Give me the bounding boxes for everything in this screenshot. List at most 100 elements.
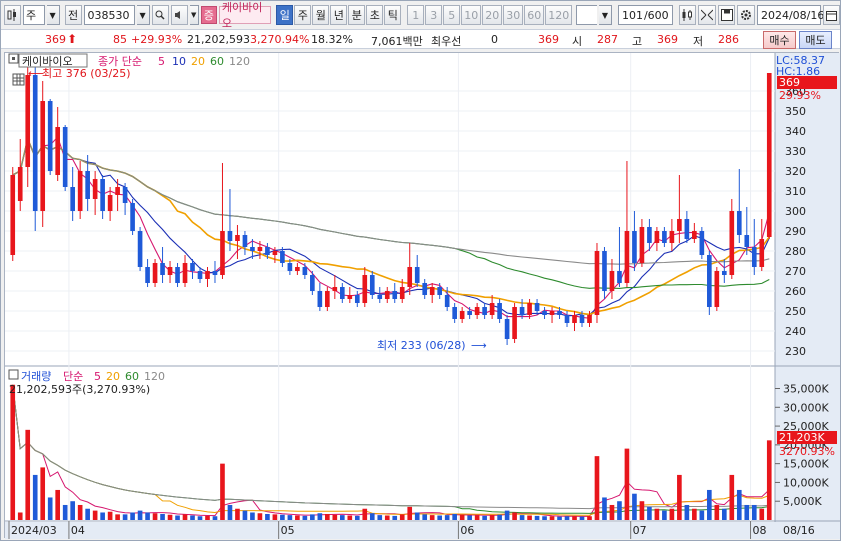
volume-bar — [242, 510, 248, 520]
last-volume-pct: 3270.93% — [779, 445, 835, 458]
period-tab-2[interactable]: 월 — [312, 5, 330, 25]
price-ytick: 290 — [785, 225, 806, 238]
price-ytick: 270 — [785, 265, 806, 278]
chart-area[interactable]: 360 350 340 330 320 310 300 290 280 270 260 250 240 2… — [4, 52, 840, 539]
search-icon[interactable] — [151, 5, 169, 25]
candle-body — [339, 287, 345, 299]
buy-button[interactable]: 매수 — [763, 31, 796, 49]
volume-bar — [564, 516, 570, 520]
volume-ma120-line — [12, 384, 770, 510]
xaxis-label: 05 — [281, 524, 295, 537]
candle-body — [587, 315, 592, 323]
interval-tab-60[interactable]: 60 — [524, 5, 545, 25]
volume-bar — [572, 516, 577, 520]
speaker-icon[interactable] — [170, 5, 188, 25]
interval-tab-30[interactable]: 30 — [503, 5, 524, 25]
last-price-value: 369 — [779, 76, 800, 89]
volume-bar — [197, 516, 203, 520]
volume-bar — [272, 514, 278, 520]
volume-bar — [721, 508, 727, 520]
volume-bar — [504, 510, 510, 520]
chart-type-icon[interactable] — [4, 5, 21, 25]
period-tab-1[interactable]: 주 — [294, 5, 312, 25]
candle-body — [444, 295, 450, 307]
volume-value: 21,202,593 — [187, 33, 250, 46]
volume-bar — [594, 456, 600, 520]
interval-dropdown[interactable]: ▼ — [599, 5, 612, 25]
market-type-field[interactable]: 주 — [23, 5, 45, 25]
volume-bar — [489, 515, 495, 520]
volume-bar — [766, 440, 772, 520]
volume-bar — [295, 515, 300, 520]
chart-window: 주 ▼ 전 038530 ▼ ▼ 증 케이바이오 일주월년분초틱 1 3 5 10 20… — [0, 0, 841, 541]
prefix-label: 전 — [67, 9, 79, 22]
sound-dropdown[interactable]: ▼ — [189, 5, 199, 25]
candle-body — [527, 303, 532, 315]
candle-body — [287, 263, 293, 271]
period-tab-3[interactable]: 년 — [330, 5, 348, 25]
volume-bar — [287, 515, 293, 520]
candle-body — [714, 271, 720, 307]
volume-bar — [354, 515, 360, 520]
crosshair-icon[interactable] — [698, 5, 716, 25]
stock-badge: 증 — [200, 6, 217, 24]
volume-bar — [459, 514, 465, 520]
market-type-dropdown[interactable]: ▼ — [46, 5, 60, 25]
candle-body — [474, 307, 480, 315]
candle-body — [534, 303, 540, 311]
candle-body — [77, 171, 83, 211]
period-tab-5[interactable]: 초 — [366, 5, 384, 25]
stock-code-dropdown[interactable]: ▼ — [136, 5, 150, 25]
candle-body — [751, 247, 757, 267]
interval-custom-field[interactable] — [576, 5, 598, 25]
date-input[interactable]: 2024/08/16 — [756, 5, 825, 25]
sell-button[interactable]: 매도 — [799, 31, 832, 49]
interval-tab-3[interactable]: 3 — [425, 5, 443, 25]
stock-code-input[interactable]: 038530 — [83, 5, 135, 25]
period-tab-6[interactable]: 틱 — [384, 5, 402, 25]
candle-body — [280, 251, 285, 263]
candle-body — [489, 303, 495, 315]
interval-tab-1[interactable]: 1 — [407, 5, 425, 25]
volume-bar — [257, 513, 263, 520]
candle-body — [617, 271, 622, 283]
period-tab-0[interactable]: 일 — [276, 5, 294, 25]
date-value: 2024/08/16 — [760, 8, 825, 22]
prefix-button[interactable]: 전 — [64, 5, 82, 25]
period-tab-4[interactable]: 분 — [348, 5, 366, 25]
candle-body — [347, 295, 353, 299]
candle-body — [160, 263, 165, 275]
volume-bar — [751, 504, 757, 520]
price-ytick: 330 — [785, 145, 806, 158]
candle-body — [175, 267, 180, 283]
candle-body — [662, 231, 667, 243]
calendar-icon[interactable] — [822, 5, 840, 25]
save-icon[interactable] — [717, 5, 736, 25]
chevron-down-icon: ▼ — [190, 11, 197, 19]
volume-bar — [534, 515, 540, 520]
candle-body — [295, 267, 300, 271]
volume-panel-menu-icon[interactable] — [8, 369, 19, 380]
volume-bar — [325, 513, 330, 520]
candle-body — [197, 271, 203, 279]
zoom-grid-icon[interactable] — [12, 73, 25, 86]
interval-tab-20[interactable]: 20 — [482, 5, 503, 25]
candle-body — [639, 227, 645, 263]
gear-icon[interactable] — [737, 5, 755, 25]
price-ytick: 340 — [785, 125, 806, 138]
volume-bar — [707, 489, 712, 520]
interval-tab-120[interactable]: 120 — [545, 5, 573, 25]
count-field[interactable]: 101/600 — [617, 5, 673, 25]
xaxis-label: 04 — [71, 524, 85, 537]
interval-tab-10[interactable]: 10 — [461, 5, 482, 25]
interval-tab-5[interactable]: 5 — [443, 5, 461, 25]
low-arrow-icon: ⟶ — [471, 339, 487, 352]
volume-ytick: 15,000K — [783, 458, 829, 471]
volume-bar — [220, 463, 225, 520]
chart-svg[interactable]: 3603503403303203103002902802702602502402… — [5, 53, 840, 539]
volume-bar — [392, 515, 398, 520]
candle-body — [272, 251, 278, 255]
candle-settings-icon[interactable] — [678, 5, 697, 25]
candle-body — [362, 275, 368, 303]
volume-bar — [482, 515, 487, 520]
